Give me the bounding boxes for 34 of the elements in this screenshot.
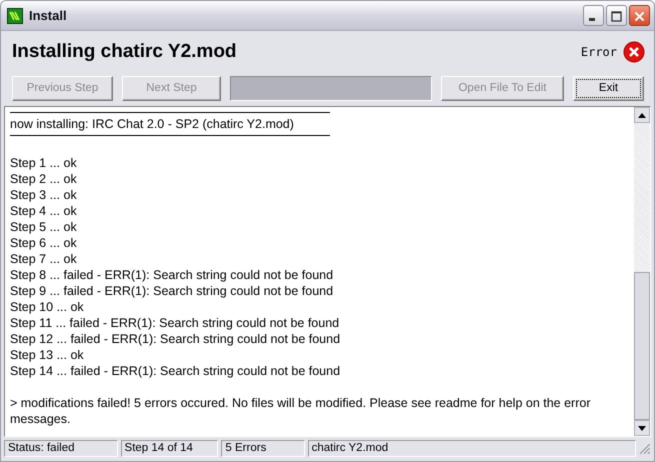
status-cell: Status: failed xyxy=(4,440,118,457)
log-line: Step 4 ... ok xyxy=(10,203,78,219)
log-line: Step 8 ... failed - ERR(1): Search string could not be found xyxy=(10,267,334,283)
status-cell: Step 14 of 14 xyxy=(120,440,218,457)
resize-grip-icon xyxy=(639,442,651,454)
log-line: Step 11 ... failed - ERR(1): Search string could not be found xyxy=(10,315,340,331)
status-cell: 5 Errors xyxy=(221,440,305,457)
log-line: Step 1 ... ok xyxy=(10,155,78,171)
log-line: Step 2 ... ok xyxy=(10,171,78,187)
error-label: Error xyxy=(580,45,617,59)
error-icon xyxy=(623,41,645,63)
window-title: Install xyxy=(29,8,68,23)
status-cell: chatirc Y2.mod xyxy=(308,440,636,457)
log-line: now installing: IRC Chat 2.0 - SP2 (chatirc Y2.mod) xyxy=(10,116,295,132)
log-line: Step 3 ... ok xyxy=(10,187,78,203)
log-line: Step 13 ... ok xyxy=(10,347,85,363)
minimize-icon xyxy=(589,18,595,21)
app-icon xyxy=(7,8,23,24)
minimize-button[interactable] xyxy=(583,5,604,26)
log-line: Step 12 ... failed - ERR(1): Search string could not be found xyxy=(10,331,342,347)
log-line: > modifications failed! 5 errors occured. No files will be modified. Please see readme for help on the error messages. xyxy=(10,395,592,427)
exit-button[interactable]: Exit xyxy=(573,76,644,100)
log-line: Step 10 ... ok xyxy=(10,299,85,315)
log-line: Step 5 ... ok xyxy=(10,219,78,235)
log-line: Step 9 ... failed - ERR(1): Search string could not be found xyxy=(10,283,334,299)
install-title: Installing chatirc Y2.mod xyxy=(12,41,238,63)
maximize-button[interactable] xyxy=(606,5,627,26)
log-line: Step 6 ... ok xyxy=(10,235,78,251)
log-line: Step 7 ... ok xyxy=(10,251,78,267)
down-arrow-icon xyxy=(638,426,646,430)
scrollbar[interactable] xyxy=(634,107,650,436)
up-arrow-icon xyxy=(638,112,646,118)
close-button[interactable] xyxy=(629,5,650,26)
log-line: Step 14 ... failed - ERR(1): Search string could not be found xyxy=(10,363,342,379)
